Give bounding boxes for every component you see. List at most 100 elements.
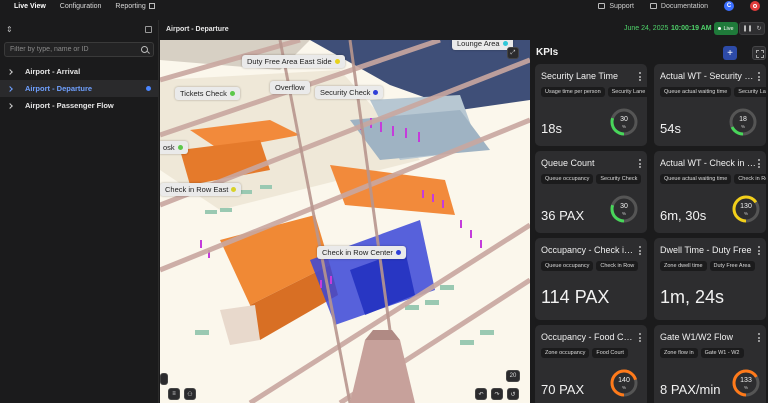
- kpi-gauge: 30%: [608, 193, 640, 225]
- chevron-right-icon[interactable]: [7, 85, 13, 92]
- zone-label-check-in-row-center[interactable]: Check in Row Center: [317, 246, 406, 259]
- kpi-tag: Gate W1 - W2: [700, 348, 744, 358]
- kpi-tag: Security Lane: [734, 87, 766, 97]
- current-date: June 24, 2025: [624, 25, 669, 32]
- zone-label-security-check[interactable]: Security Check: [315, 86, 384, 99]
- map-side-toggle[interactable]: [160, 373, 168, 385]
- sidebar-item-airport-arrival[interactable]: Airport - Arrival: [0, 63, 158, 80]
- kpi-card-tags: Queue occupancy Check in Row: [541, 261, 639, 271]
- kpi-card[interactable]: Actual WT - Check in Row Queue actual wai…: [654, 151, 766, 233]
- gauge-value: 30: [620, 203, 628, 210]
- gauge-unit: %: [740, 124, 745, 129]
- kpi-card-title: Occupancy - Food Court: [541, 332, 637, 342]
- chevron-right-icon[interactable]: [7, 102, 13, 109]
- kpi-card[interactable]: Occupancy - Food Court Zone occupancy Food…: [535, 325, 647, 403]
- zoom-level: 20: [506, 370, 520, 382]
- rotate-left-button[interactable]: ↶: [475, 388, 487, 400]
- zone-label-lounge-area[interactable]: Lounge Area: [452, 40, 513, 50]
- gauge-unit: %: [621, 124, 626, 129]
- kebab-menu-icon[interactable]: [639, 246, 642, 255]
- gauge-unit: %: [621, 211, 626, 216]
- kpi-tag: Security Check: [596, 174, 642, 184]
- sidebar-item-label: Airport - Departure: [25, 84, 93, 93]
- zone-label-overflow[interactable]: Overflow: [270, 81, 310, 94]
- kpi-card-title: Actual WT - Check in Row: [660, 158, 756, 168]
- kpi-card-tags: Usage time per person Security Lane: [541, 87, 647, 97]
- gauge-value: 140: [618, 377, 630, 384]
- kpi-card[interactable]: Actual WT - Security Lane Queue actual wa…: [654, 64, 766, 146]
- kpi-card-tags: Zone flow in Gate W1 - W2: [660, 348, 744, 358]
- zone-status-dot: [334, 59, 340, 64]
- kebab-menu-icon[interactable]: [758, 246, 761, 255]
- expand-kpi-panel-button[interactable]: [752, 46, 766, 60]
- gauge-value: 130: [740, 203, 752, 210]
- zone-label-duty-free-east[interactable]: Duty Free Area East Side: [242, 55, 345, 68]
- kpi-card-tags: Queue actual waiting timeSecurity Lane: [660, 87, 766, 97]
- kpi-tag: Queue actual waiting time: [660, 174, 732, 184]
- kpi-card-title: Gate W1/W2 Flow: [660, 332, 734, 342]
- selected-indicator: [146, 86, 151, 91]
- kpi-tag: Queue occupancy: [541, 261, 594, 271]
- documentation-link[interactable]: Documentation: [649, 2, 708, 10]
- gauge-value: 30: [620, 116, 628, 123]
- zone-label-tickets-check[interactable]: Tickets Check: [175, 87, 240, 100]
- external-link-icon: [148, 2, 155, 9]
- kpi-tag: Check in Row: [596, 261, 639, 271]
- nav-reporting[interactable]: Reporting: [115, 2, 155, 10]
- kpi-tag: Duty Free Area: [709, 261, 755, 271]
- kpi-tag: Usage time per person: [541, 87, 605, 97]
- search-input[interactable]: [10, 46, 141, 53]
- zone-status-dot: [231, 187, 237, 192]
- rotate-right-button[interactable]: ↷: [491, 388, 503, 400]
- kpi-value: 54s: [660, 121, 681, 136]
- kpi-card[interactable]: Gate W1/W2 Flow Zone flow in Gate W1 - W2 8…: [654, 325, 766, 403]
- zone-label-text: Duty Free Area East Side: [247, 57, 332, 66]
- reset-view-button[interactable]: ↺: [507, 388, 519, 400]
- layers-button[interactable]: ≡: [168, 388, 180, 400]
- zone-status-dot: [395, 250, 401, 255]
- kpi-card[interactable]: Dwell Time - Duty Free Zone dwell time Dut…: [654, 238, 766, 320]
- map-3d-view[interactable]: Lounge Area Duty Free Area East Side Ove…: [160, 40, 530, 403]
- chevron-right-icon[interactable]: [7, 68, 13, 75]
- zone-label-kiosk[interactable]: osk: [160, 141, 188, 154]
- kpi-tag: Security Lane: [607, 87, 647, 97]
- zone-label-check-in-row-east[interactable]: Check in Row East: [160, 183, 242, 196]
- kpi-gauge: 140%: [608, 367, 640, 399]
- kebab-menu-icon[interactable]: [639, 333, 642, 342]
- kebab-menu-icon[interactable]: [758, 159, 761, 168]
- live-toggle[interactable]: Live: [714, 22, 738, 35]
- people-view-button[interactable]: ⚇: [184, 388, 196, 400]
- search-icon[interactable]: [141, 46, 148, 53]
- kpi-tag: Zone occupancy: [541, 348, 590, 358]
- zone-label-text: Check in Row East: [165, 185, 229, 194]
- support-label: Support: [609, 2, 634, 10]
- history-toggle[interactable]: ❚❚ ↻: [739, 22, 765, 35]
- fullscreen-map-button[interactable]: ⤢: [507, 47, 519, 59]
- sidebar-item-airport-departure[interactable]: Airport - Departure: [0, 80, 158, 97]
- kpi-card[interactable]: Security Lane Time Usage time per person S…: [535, 64, 647, 146]
- kpi-value: 70 PAX: [541, 382, 585, 397]
- zone-label-text: Lounge Area: [457, 40, 500, 48]
- kpi-card[interactable]: Queue Count Queue occupancy Security Check…: [535, 151, 647, 233]
- nav-live-view[interactable]: Live View: [14, 3, 46, 10]
- settings-button[interactable]: [750, 1, 760, 11]
- nav-configuration[interactable]: Configuration: [60, 3, 102, 10]
- kebab-menu-icon[interactable]: [639, 159, 642, 168]
- kpi-tag: Zone flow in: [660, 348, 698, 358]
- sidebar-item-airport-passenger-flow[interactable]: Airport - Passenger Flow: [0, 97, 158, 114]
- kpi-tag: Check in Row: [734, 174, 766, 184]
- kebab-menu-icon[interactable]: [639, 72, 642, 81]
- live-label: Live: [723, 25, 734, 32]
- kpi-card-title: Actual WT - Security Lane: [660, 71, 756, 81]
- kpi-card[interactable]: Occupancy - Check in Row Queue occupancyC…: [535, 238, 647, 320]
- avatar[interactable]: C: [724, 1, 734, 11]
- kebab-menu-icon[interactable]: [758, 333, 761, 342]
- add-kpi-button[interactable]: +: [723, 46, 737, 60]
- top-navigation-bar: Live View Configuration Reporting Suppor…: [0, 0, 768, 12]
- documentation-icon: [649, 2, 657, 9]
- sort-icon[interactable]: ⇕: [6, 25, 13, 34]
- support-link[interactable]: Support: [598, 2, 634, 10]
- kebab-menu-icon[interactable]: [758, 72, 761, 81]
- kpi-gauge: 30%: [608, 106, 640, 138]
- collapse-sidebar-icon[interactable]: [145, 25, 152, 33]
